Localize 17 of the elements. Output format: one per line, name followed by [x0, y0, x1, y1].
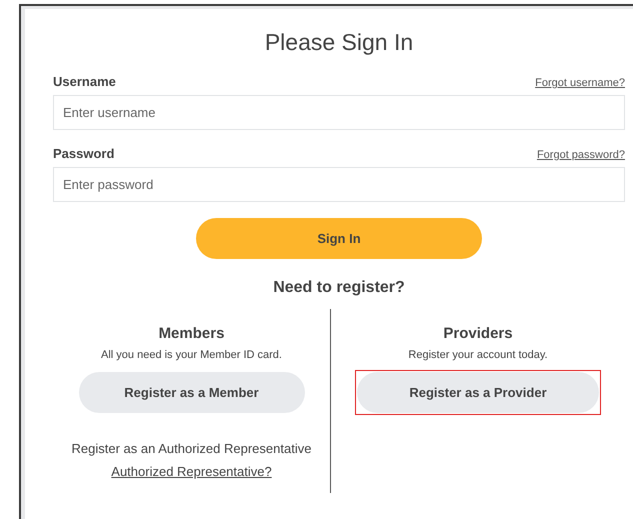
section-heading: Providers	[443, 325, 513, 342]
register-button[interactable]: Register as a Member	[78, 372, 304, 413]
input-field[interactable]: Enter password	[53, 167, 625, 202]
section-subtitle: All you need is your Member ID card.	[101, 349, 282, 361]
field-label: Username	[53, 74, 116, 89]
input-field[interactable]: Enter username	[53, 95, 625, 130]
section-subtitle: Register your account today.	[408, 349, 548, 361]
representative-link[interactable]: Authorized Representative?	[111, 464, 272, 479]
section-heading: Members	[158, 325, 224, 342]
sign-in-button[interactable]: Sign In	[196, 218, 482, 259]
forgot-link[interactable]: Forgot username?	[535, 77, 625, 89]
forgot-link[interactable]: Forgot password?	[536, 149, 625, 161]
representative-text: Register as an Authorized Representative	[72, 441, 312, 456]
field-label: Password	[53, 146, 114, 161]
page-title: Please Sign In	[264, 29, 414, 56]
register-heading: Need to register?	[272, 279, 406, 297]
register-button[interactable]: Register as a Provider	[357, 372, 599, 413]
